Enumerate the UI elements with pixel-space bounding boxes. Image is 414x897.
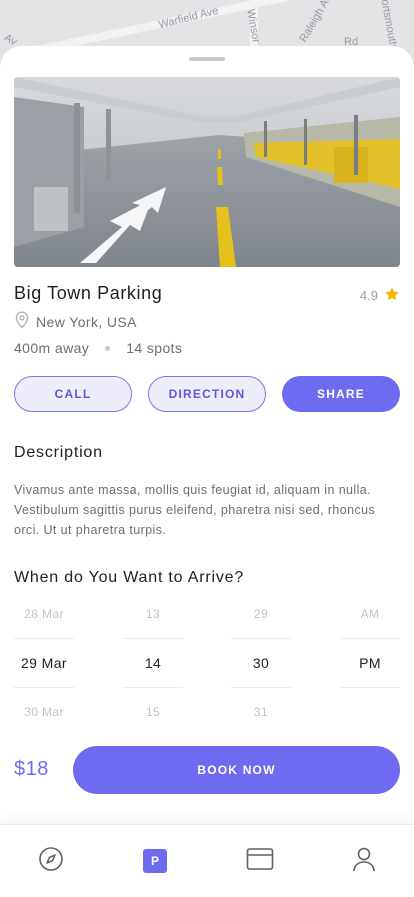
- location-row: New York, USA: [14, 311, 137, 332]
- picker-selected[interactable]: 30: [231, 638, 291, 688]
- parking-detail-sheet: Big Town Parking 4.9 New York, USA 400m …: [0, 46, 414, 897]
- user-icon: [352, 846, 376, 877]
- call-button[interactable]: CALL: [14, 376, 132, 412]
- period-picker-column[interactable]: AM PM: [340, 590, 400, 736]
- sheet-drag-handle[interactable]: [189, 57, 225, 61]
- price: $18: [14, 758, 49, 780]
- parking-photo: [14, 77, 400, 267]
- meta-separator: [105, 345, 111, 351]
- tab-profile[interactable]: [350, 847, 378, 875]
- wallet-icon: [246, 847, 274, 876]
- minute-picker-column[interactable]: 29 30 31: [231, 590, 291, 736]
- tab-wallet[interactable]: [246, 847, 274, 875]
- map-street-label: Winsor: [244, 8, 262, 44]
- parking-icon: P: [143, 849, 167, 873]
- picker-option[interactable]: [340, 688, 400, 736]
- map-street-label: Portsmouth: [377, 0, 399, 49]
- picker-option[interactable]: AM: [340, 590, 400, 638]
- picker-option[interactable]: 30 Mar: [14, 688, 74, 736]
- compass-icon: [38, 846, 64, 877]
- rating-value: 4.9: [359, 288, 378, 303]
- spots-text: 14 spots: [126, 340, 183, 356]
- arrival-heading: When do You Want to Arrive?: [14, 569, 245, 586]
- parking-icon-letter: P: [150, 854, 159, 868]
- description-text: Vivamus ante massa, mollis quis feugiat …: [14, 483, 376, 537]
- hour-picker-column[interactable]: 13 14 15: [123, 590, 183, 736]
- location-text: New York, USA: [36, 313, 137, 330]
- location-pin-icon: [14, 311, 30, 332]
- share-button[interactable]: SHARE: [282, 376, 400, 412]
- direction-button[interactable]: DIRECTION: [148, 376, 266, 412]
- date-picker-column[interactable]: 28 Mar 29 Mar 30 Mar: [14, 590, 74, 736]
- picker-option[interactable]: 31: [231, 688, 291, 736]
- tab-explore[interactable]: [37, 846, 65, 877]
- picker-selected[interactable]: PM: [340, 638, 400, 688]
- map-street-label: Raleigh Ave: [297, 0, 338, 45]
- map-street-label: Warfield Ave: [157, 4, 220, 32]
- description-heading: Description: [14, 444, 103, 461]
- picker-option[interactable]: 13: [123, 590, 183, 638]
- picker-option[interactable]: 15: [123, 688, 183, 736]
- tab-parking[interactable]: P: [141, 847, 169, 875]
- book-now-button[interactable]: BOOK NOW: [73, 746, 400, 794]
- picker-selected[interactable]: 29 Mar: [14, 638, 74, 688]
- distance-text: 400m away: [14, 340, 90, 356]
- picker-option[interactable]: 28 Mar: [14, 590, 74, 638]
- parking-name: Big Town Parking: [14, 283, 163, 303]
- rating: 4.9: [360, 286, 400, 305]
- picker-selected[interactable]: 14: [123, 638, 183, 688]
- parking-meta: 400m away 14 spots: [14, 340, 182, 356]
- picker-option[interactable]: 29: [231, 590, 291, 638]
- bottom-tab-bar: P: [0, 824, 414, 897]
- star-icon: [384, 286, 400, 305]
